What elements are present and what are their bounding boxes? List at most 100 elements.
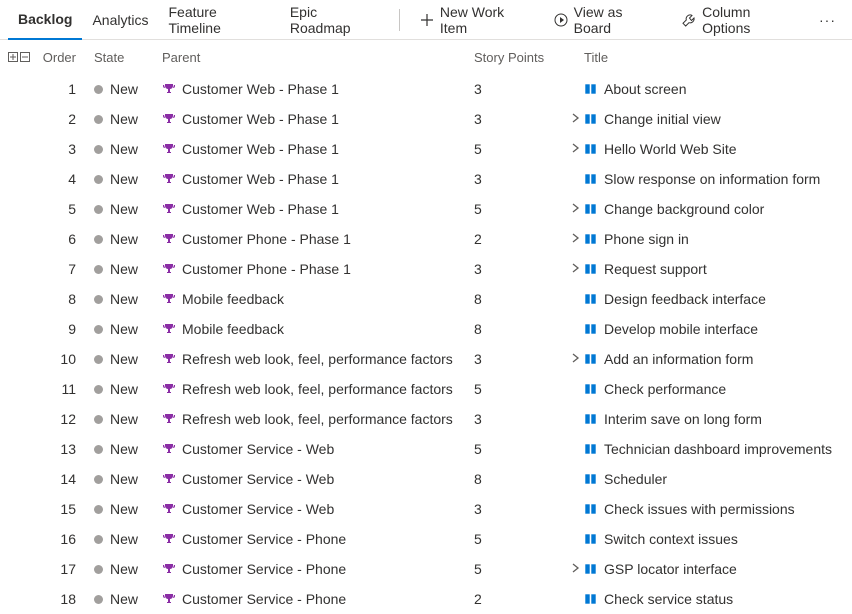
parent-text: Refresh web look, feel, performance fact… [182,381,453,397]
expand-chevron-icon[interactable] [570,201,580,217]
cell-parent[interactable]: Customer Service - Web [162,501,470,517]
cell-story-points: 5 [470,531,566,547]
cell-title[interactable]: Scheduler [584,471,852,487]
table-row[interactable]: 12 New Refresh web look, feel, performan… [0,404,852,434]
trophy-icon [162,143,175,156]
table-row[interactable]: 3 New Customer Web - Phase 1 5 Hello Wor… [0,134,852,164]
cell-title[interactable]: Design feedback interface [584,291,852,307]
expand-chevron-icon[interactable] [570,351,580,367]
tab-epic-roadmap[interactable]: Epic Roadmap [280,0,389,39]
cell-parent[interactable]: Customer Phone - Phase 1 [162,231,470,247]
cell-parent[interactable]: Mobile feedback [162,291,470,307]
grid-header: Order State Parent Story Points Title [0,40,852,74]
cell-title[interactable]: Check service status [584,591,852,607]
cell-title[interactable]: Request support [584,261,852,277]
tab-feature-timeline[interactable]: Feature Timeline [159,0,280,39]
cell-title[interactable]: Interim save on long form [584,411,852,427]
column-header-state[interactable]: State [94,50,162,65]
cell-parent[interactable]: Customer Service - Phone [162,531,470,547]
column-options-button[interactable]: Column Options [672,0,811,39]
table-row[interactable]: 5 New Customer Web - Phase 1 5 Change ba… [0,194,852,224]
cell-title[interactable]: Check performance [584,381,852,397]
cell-parent[interactable]: Refresh web look, feel, performance fact… [162,381,470,397]
table-row[interactable]: 13 New Customer Service - Web 5 Technici… [0,434,852,464]
table-row[interactable]: 16 New Customer Service - Phone 5 Switch… [0,524,852,554]
column-header-story-points[interactable]: Story Points [470,50,566,65]
tab-backlog[interactable]: Backlog [8,1,82,40]
cell-parent[interactable]: Refresh web look, feel, performance fact… [162,411,470,427]
expand-chevron-icon[interactable] [570,231,580,247]
state-label: New [110,291,138,307]
column-header-title[interactable]: Title [584,50,852,65]
collapse-all-icon[interactable] [20,52,30,62]
cell-title[interactable]: Switch context issues [584,531,852,547]
cell-parent[interactable]: Customer Web - Phase 1 [162,111,470,127]
table-row[interactable]: 14 New Customer Service - Web 8 Schedule… [0,464,852,494]
state-label: New [110,321,138,337]
table-row[interactable]: 10 New Refresh web look, feel, performan… [0,344,852,374]
expand-chevron-icon[interactable] [570,141,580,157]
cell-parent[interactable]: Customer Web - Phase 1 [162,81,470,97]
new-work-item-button[interactable]: New Work Item [410,0,544,39]
table-row[interactable]: 15 New Customer Service - Web 3 Check is… [0,494,852,524]
cell-order: 17 [38,561,94,577]
cell-parent[interactable]: Customer Web - Phase 1 [162,141,470,157]
cell-title[interactable]: Add an information form [584,351,852,367]
cell-parent[interactable]: Customer Service - Web [162,441,470,457]
tab-analytics[interactable]: Analytics [82,0,158,39]
state-dot-icon [94,475,103,484]
table-row[interactable]: 8 New Mobile feedback 8 Design feedback … [0,284,852,314]
expand-all-icon[interactable] [8,52,18,62]
cell-title[interactable]: About screen [584,81,852,97]
parent-text: Customer Web - Phase 1 [182,141,339,157]
table-row[interactable]: 6 New Customer Phone - Phase 1 2 Phone s… [0,224,852,254]
state-label: New [110,351,138,367]
book-icon [584,263,597,275]
cell-title[interactable]: Technician dashboard improvements [584,441,852,457]
cell-parent[interactable]: Customer Service - Web [162,471,470,487]
cell-parent[interactable]: Customer Phone - Phase 1 [162,261,470,277]
cell-title[interactable]: Change initial view [584,111,852,127]
book-icon [584,233,597,245]
trophy-icon [162,563,175,576]
state-dot-icon [94,385,103,394]
table-row[interactable]: 1 New Customer Web - Phase 1 3 About scr… [0,74,852,104]
cell-title[interactable]: GSP locator interface [584,561,852,577]
expand-chevron-icon[interactable] [570,111,580,127]
column-header-parent[interactable]: Parent [162,50,470,65]
cell-title[interactable]: Change background color [584,201,852,217]
toolbar-divider [399,9,400,31]
trophy-icon [162,293,175,306]
table-row[interactable]: 7 New Customer Phone - Phase 1 3 Request… [0,254,852,284]
cell-title[interactable]: Hello World Web Site [584,141,852,157]
column-header-order[interactable]: Order [38,50,94,65]
view-as-board-button[interactable]: View as Board [544,0,672,39]
state-label: New [110,591,138,607]
title-text: Switch context issues [604,531,738,547]
cell-title[interactable]: Slow response on information form [584,171,852,187]
cell-title[interactable]: Check issues with permissions [584,501,852,517]
cell-title[interactable]: Phone sign in [584,231,852,247]
cell-order: 18 [38,591,94,607]
cell-story-points: 5 [470,441,566,457]
cell-story-points: 5 [470,381,566,397]
cell-parent[interactable]: Customer Service - Phone [162,561,470,577]
cell-title[interactable]: Develop mobile interface [584,321,852,337]
cell-parent[interactable]: Mobile feedback [162,321,470,337]
cell-parent[interactable]: Customer Web - Phase 1 [162,201,470,217]
cell-story-points: 5 [470,561,566,577]
book-icon [584,323,597,335]
expand-chevron-icon[interactable] [570,261,580,277]
table-row[interactable]: 2 New Customer Web - Phase 1 3 Change in… [0,104,852,134]
overflow-menu-button[interactable]: ··· [811,12,844,28]
cell-parent[interactable]: Refresh web look, feel, performance fact… [162,351,470,367]
cell-parent[interactable]: Customer Service - Phone [162,591,470,607]
table-row[interactable]: 17 New Customer Service - Phone 5 GSP lo… [0,554,852,584]
table-row[interactable]: 11 New Refresh web look, feel, performan… [0,374,852,404]
table-row[interactable]: 4 New Customer Web - Phase 1 3 Slow resp… [0,164,852,194]
expand-chevron-icon[interactable] [570,561,580,577]
table-row[interactable]: 18 New Customer Service - Phone 2 Check … [0,584,852,614]
cell-parent[interactable]: Customer Web - Phase 1 [162,171,470,187]
book-icon [584,113,597,125]
table-row[interactable]: 9 New Mobile feedback 8 Develop mobile i… [0,314,852,344]
